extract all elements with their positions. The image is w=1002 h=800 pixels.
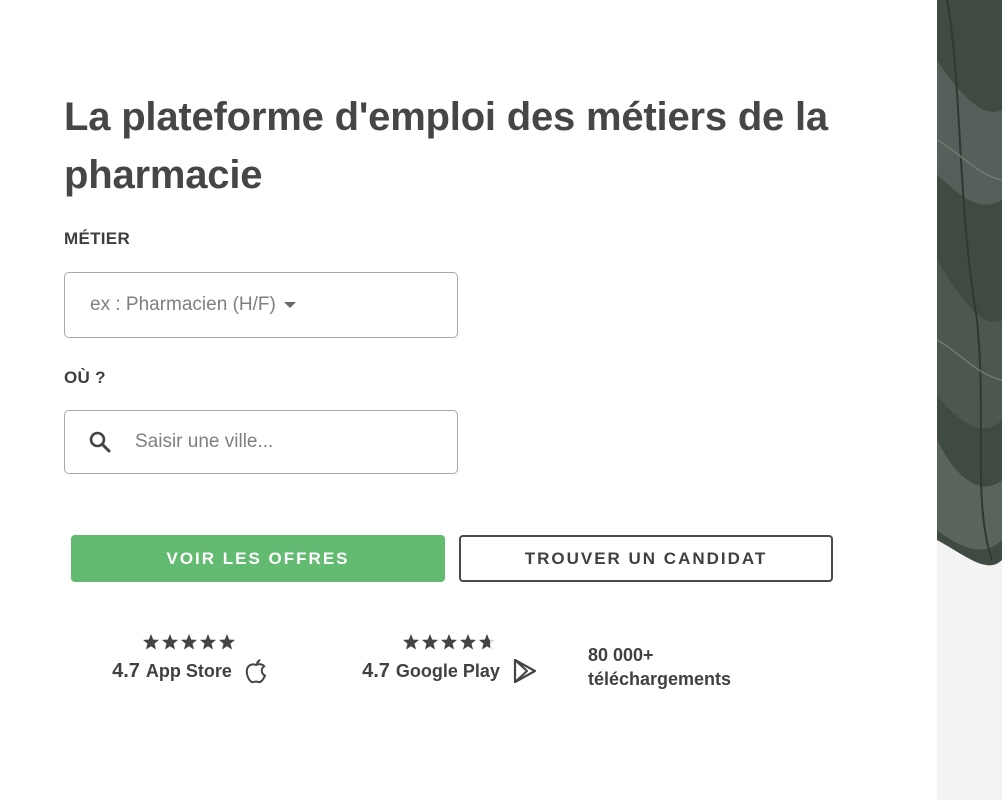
star-rating: [100, 633, 280, 653]
app-store-rating[interactable]: 4.7 App Store: [100, 633, 280, 685]
city-input[interactable]: [133, 430, 437, 454]
downloads-stat: 80 000+ téléchargements: [588, 643, 731, 691]
star-rating: [350, 633, 550, 653]
job-label: MÉTIER: [64, 229, 131, 248]
city-field[interactable]: [64, 410, 458, 474]
google-play-rating[interactable]: 4.7 Google Play: [350, 633, 550, 685]
apple-icon: [244, 657, 268, 685]
hero-image: [937, 0, 1002, 800]
chevron-down-icon: [283, 302, 296, 308]
rating-score: 4.7: [112, 659, 140, 682]
job-select-placeholder: ex : Pharmacien (H/F): [90, 294, 276, 315]
store-name: Google Play: [395, 660, 500, 681]
search-icon: [88, 430, 112, 454]
google-play-icon: [512, 657, 538, 685]
find-candidate-button[interactable]: TROUVER UN CANDIDAT: [459, 535, 833, 582]
city-label: OÙ ?: [64, 368, 106, 387]
rating-score: 4.7: [362, 659, 390, 682]
store-name: App Store: [145, 660, 232, 681]
job-select[interactable]: ex : Pharmacien (H/F): [64, 272, 458, 338]
downloads-count: 80 000+: [588, 645, 654, 665]
downloads-label: téléchargements: [588, 669, 732, 689]
view-offers-button[interactable]: VOIR LES OFFRES: [71, 535, 445, 582]
page-title: La plateforme d'emploi des métiers de la…: [64, 95, 828, 197]
